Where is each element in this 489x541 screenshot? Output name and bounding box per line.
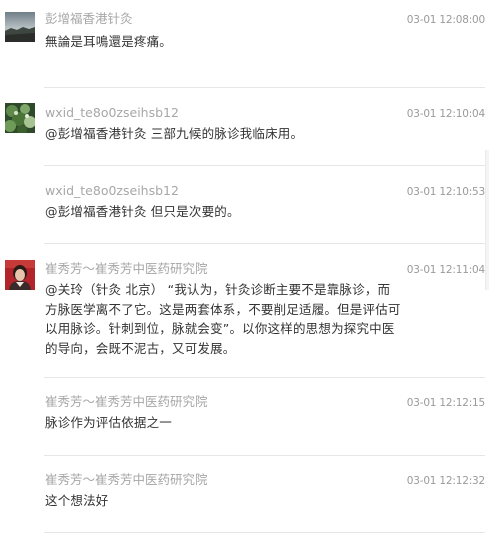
comment-text-line: @关玲（针灸 北京） “我认为，针灸诊断主要不是靠脉诊，而: [45, 282, 391, 297]
comment-text-line: @彭增福香港针灸 但只是次要的。: [45, 204, 240, 219]
comment-timestamp: 03-01 12:10:04: [406, 108, 485, 120]
comment-username[interactable]: 崔秀芳～崔秀芳中医药研究院: [45, 394, 208, 410]
comment-text: 無論是耳鳴還是疼痛。: [45, 32, 445, 52]
comment-text-line: 以用脉诊。针刺到位，脉就会变”。以你这样的思想为探究中医: [45, 321, 395, 336]
comment-text-line: @彭增福香港针灸 三部九候的脉诊我临床用。: [45, 126, 304, 141]
comment-text: @彭增福香港针灸 但只是次要的。: [45, 202, 445, 222]
person-avatar[interactable]: [5, 260, 35, 290]
comment-text: 脉诊作为评估依据之一: [45, 413, 445, 433]
comment-text: 这个想法好: [45, 491, 445, 511]
comment-text-line: 的导向，会既不泥古，又可发展。: [45, 340, 236, 356]
comment-username[interactable]: wxid_te8o0zseihsb12: [45, 183, 179, 199]
plant-avatar[interactable]: [5, 103, 35, 133]
person-avatar-image: [5, 260, 35, 290]
comment-divider: [44, 455, 485, 456]
comment-text-line: 無論是耳鳴還是疼痛。: [45, 34, 173, 49]
comment-divider: [44, 243, 485, 244]
comment-text-line: 这个想法好: [45, 493, 109, 508]
comment-text-line: 方脉医学离不了它。这是两套体系，不要削足适履。但是评估可: [45, 301, 401, 317]
comment-username[interactable]: 彭增福香港针灸: [45, 11, 133, 27]
comment-text: @关玲（针灸 北京） “我认为，针灸诊断主要不是靠脉诊，而 方脉医学离不了它。这…: [45, 280, 445, 358]
comment-divider: [44, 532, 485, 533]
scrollbar[interactable]: [485, 150, 489, 290]
landscape-avatar-image: [5, 12, 35, 42]
plant-avatar-image: [5, 103, 35, 133]
comment-text: @彭增福香港针灸 三部九候的脉诊我临床用。: [45, 124, 445, 144]
comment-text-line: 脉诊作为评估依据之一: [45, 415, 173, 430]
comment-timestamp: 03-01 12:12:15: [406, 397, 485, 409]
comment-username[interactable]: wxid_te8o0zseihsb12: [45, 105, 179, 121]
comment-timestamp: 03-01 12:11:04: [406, 264, 485, 276]
comment-divider: [44, 377, 485, 378]
landscape-avatar[interactable]: [5, 12, 35, 42]
comment-username[interactable]: 崔秀芳～崔秀芳中医药研究院: [45, 472, 208, 488]
comment-divider: [44, 165, 485, 166]
comment-username[interactable]: 崔秀芳～崔秀芳中医药研究院: [45, 261, 208, 277]
comment-timestamp: 03-01 12:10:53: [406, 186, 485, 198]
comment-timestamp: 03-01 12:12:32: [406, 475, 485, 487]
comment-feed: 彭增福香港针灸 03-01 12:08:00 無論是耳鳴還是疼痛。 wxid_t…: [0, 0, 489, 541]
comment-timestamp: 03-01 12:08:00: [406, 14, 485, 26]
comment-divider: [44, 87, 485, 88]
